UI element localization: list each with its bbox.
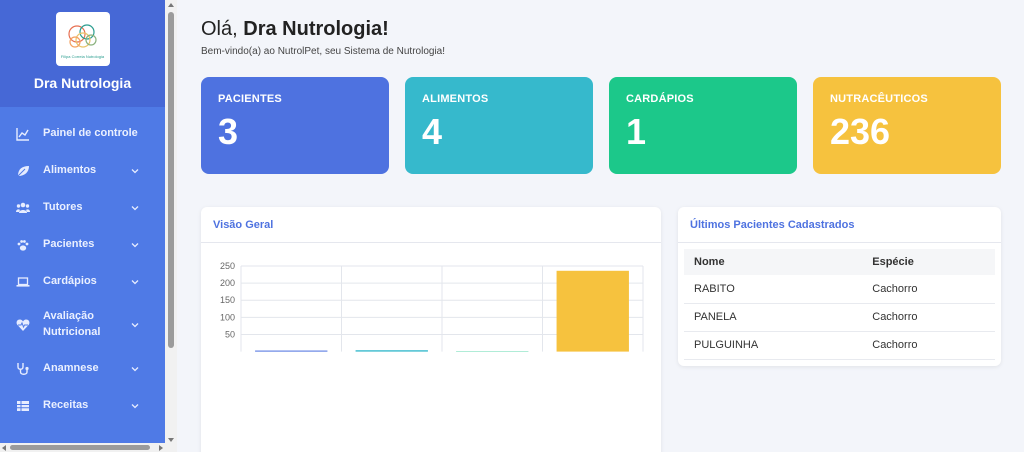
patient-name: PANELA (684, 303, 863, 332)
laptop-icon (16, 275, 30, 289)
y-tick-label: 250 (220, 261, 235, 271)
sidebar-horizontal-scrollbar[interactable] (0, 443, 165, 452)
chevron-down-icon (131, 403, 139, 408)
table-header-row: Nome Espécie (684, 249, 995, 275)
sidebar-item-label: Receitas (43, 398, 89, 411)
logo-graphic-icon (67, 23, 97, 48)
greeting-name: Dra Nutrologia! (243, 18, 389, 40)
users-icon (16, 201, 30, 215)
stat-card-cardapios[interactable]: CARDÁPIOS 1 (609, 77, 797, 174)
patient-species: Cachorro (862, 331, 995, 360)
column-header-especie: Espécie (862, 249, 995, 275)
patient-species: Cachorro (862, 275, 995, 304)
stat-card-value: 1 (626, 111, 647, 152)
bar-nutracêuticos (556, 270, 629, 352)
sidebar-item-anamnese[interactable]: Anamnese (0, 350, 165, 387)
page-subtitle: Bem-vindo(a) ao NutrolPet, seu Sistema d… (201, 46, 446, 57)
scroll-left-arrow-icon[interactable] (2, 445, 6, 451)
stat-card-pacientes[interactable]: PACIENTES 3 (201, 77, 389, 174)
stat-card-value: 236 (830, 111, 891, 152)
scrollbar-thumb[interactable] (10, 445, 150, 450)
panel-title: Últimos Pacientes Cadastrados (678, 207, 1001, 243)
chevron-down-icon (131, 323, 139, 328)
patient-name: PULGUINHA (684, 331, 863, 360)
recent-patients-panel: Últimos Pacientes Cadastrados Nome Espéc… (678, 207, 1001, 366)
sidebar-item-cardapios[interactable]: Cardápios (0, 263, 165, 300)
logo[interactable]: Filipa Correia Nutrologia (55, 12, 110, 66)
y-tick-label: 200 (220, 278, 235, 288)
sidebar-item-label: Alimentos (43, 163, 97, 176)
stat-card-label: ALIMENTOS (422, 93, 489, 105)
sidebar-item-avaliacao[interactable]: Avaliação Nutricional (0, 300, 165, 350)
overview-chart-panel: Visão Geral 50 100 150 200 250 (201, 207, 661, 452)
table-row[interactable]: PANELA Cachorro (684, 303, 995, 332)
bar-chart: 50 100 150 200 250 (220, 261, 644, 352)
y-tick-label: 50 (225, 329, 235, 339)
sidebar-item-tutores[interactable]: Tutores (0, 189, 165, 226)
chevron-down-icon (131, 279, 139, 284)
sidebar-item-pacientes[interactable]: Pacientes (0, 226, 165, 263)
stethoscope-icon (16, 362, 30, 376)
chevron-down-icon (131, 242, 139, 247)
brand: Filipa Correia Nutrologia Dra Nutrologia (0, 0, 165, 107)
stat-card-nutraceuticos[interactable]: NUTRACÊUTICOS 236 (813, 77, 1001, 174)
scroll-up-arrow-icon[interactable] (168, 3, 174, 7)
stat-card-value: 4 (422, 111, 443, 152)
stat-card-label: NUTRACÊUTICOS (830, 93, 928, 105)
stat-card-label: CARDÁPIOS (626, 93, 694, 105)
scroll-down-arrow-icon[interactable] (168, 438, 174, 442)
sidebar-item-label: Anamnese (43, 361, 99, 374)
sidebar-item-label: Painel de controle (43, 126, 138, 139)
stat-card-label: PACIENTES (218, 93, 282, 105)
logo-text: Filipa Correia Nutrologia (60, 53, 105, 59)
recent-patients-table: Nome Espécie RABITO Cachorro PANELA Cach… (684, 249, 995, 360)
patient-species: Cachorro (862, 303, 995, 332)
chart-line-icon (16, 127, 30, 141)
table-row[interactable]: PULGUINHA Cachorro (684, 331, 995, 360)
sidebar-nav: Painel de controle Alimentos Tutores Pac… (0, 107, 165, 424)
main-content: Olá, Dra Nutrologia! Bem-vindo(a) ao Nut… (177, 0, 1024, 452)
table-row[interactable]: RABITO Cachorro (684, 275, 995, 304)
stat-card-value: 3 (218, 111, 239, 152)
heartbeat-icon (16, 318, 30, 332)
sidebar: Filipa Correia Nutrologia Dra Nutrologia… (0, 0, 165, 452)
brand-name: Dra Nutrologia (33, 75, 132, 91)
sidebar-vertical-scrollbar[interactable] (165, 0, 177, 452)
patient-name: RABITO (684, 275, 863, 304)
overview-chart: 50 100 150 200 250 (201, 243, 661, 452)
sidebar-item-receitas[interactable]: Receitas (0, 387, 165, 424)
sidebar-item-label: Pacientes (43, 237, 95, 250)
scrollbar-thumb[interactable] (168, 12, 174, 348)
leaf-icon (16, 164, 30, 178)
panel-title: Visão Geral (201, 207, 661, 243)
sidebar-item-label: Tutores (43, 200, 83, 213)
greeting-prefix: Olá, (201, 18, 244, 40)
sidebar-item-painel[interactable]: Painel de controle (0, 115, 165, 152)
bar-pacientes (255, 350, 328, 352)
y-tick-label: 150 (220, 295, 235, 305)
chevron-down-icon (131, 366, 139, 371)
page-title: Olá, Dra Nutrologia! (201, 18, 389, 41)
sidebar-item-label: Cardápios (43, 274, 97, 287)
bar-alimentos (355, 350, 428, 352)
table-icon (16, 399, 30, 413)
paw-icon (16, 238, 30, 252)
sidebar-item-label: Avaliação Nutricional (43, 310, 101, 338)
chevron-down-icon (131, 205, 139, 210)
stat-card-alimentos[interactable]: ALIMENTOS 4 (405, 77, 593, 174)
sidebar-item-alimentos[interactable]: Alimentos (0, 152, 165, 189)
y-tick-label: 100 (220, 312, 235, 322)
chevron-down-icon (131, 168, 139, 173)
column-header-nome: Nome (684, 249, 863, 275)
scroll-right-arrow-icon[interactable] (159, 445, 163, 451)
